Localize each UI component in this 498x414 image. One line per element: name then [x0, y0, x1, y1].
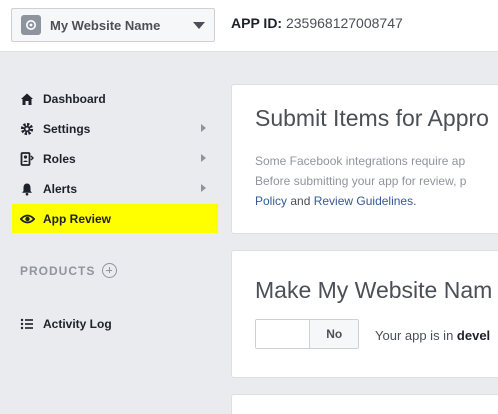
eye-icon	[19, 211, 35, 227]
sidebar: Dashboard Settings Roles Alerts App Revi…	[0, 52, 230, 414]
sidebar-item-label: Activity Log	[43, 316, 112, 331]
gear-icon	[19, 121, 35, 137]
sidebar-item-alerts[interactable]: Alerts	[12, 174, 218, 203]
roles-icon	[19, 151, 35, 167]
description-line: Before submitting your app for review, p	[255, 174, 467, 188]
chevron-right-icon	[201, 124, 206, 132]
submit-items-title: Submit Items for Appro	[255, 105, 489, 131]
sidebar-item-label: Alerts	[43, 181, 78, 196]
sidebar-item-label: App Review	[43, 211, 112, 226]
add-circle-icon[interactable]	[102, 263, 118, 278]
description-line: Some Facebook integrations require ap	[255, 154, 466, 168]
submit-items-card: Submit Items for Appro Some Facebook int…	[231, 84, 498, 234]
list-icon	[19, 316, 35, 332]
top-bar: My Website Name APP ID: 235968127008747	[0, 0, 498, 52]
description-links: Policy and Review Guidelines.	[255, 191, 466, 211]
sidebar-item-settings[interactable]: Settings	[12, 114, 218, 143]
products-label: PRODUCTS	[20, 263, 96, 278]
app-name: My Website Name	[50, 17, 161, 33]
app-id-label: APP ID:	[231, 15, 283, 31]
next-card	[231, 394, 498, 414]
sidebar-item-roles[interactable]: Roles	[12, 144, 218, 173]
chevron-right-icon	[201, 154, 206, 162]
bell-icon	[19, 181, 35, 197]
sidebar-item-dashboard[interactable]: Dashboard	[12, 84, 218, 113]
sidebar-item-label: Settings	[43, 121, 91, 136]
app-gear-icon	[21, 15, 41, 35]
products-section-header: PRODUCTS	[20, 263, 118, 278]
chevron-right-icon	[201, 184, 206, 192]
app-id-value: 235968127008747	[285, 15, 403, 31]
app-id: APP ID: 235968127008747	[231, 15, 403, 31]
make-public-toggle[interactable]: No	[255, 319, 359, 349]
make-public-card: Make My Website Nam No Your app is in de…	[231, 250, 498, 378]
status-prefix: Your app is in	[375, 328, 457, 343]
policy-link[interactable]: Policy	[255, 194, 287, 208]
period-text: .	[413, 194, 417, 208]
app-selector-dropdown[interactable]: My Website Name	[11, 8, 215, 42]
sidebar-item-app-review[interactable]: App Review	[12, 204, 218, 233]
sidebar-item-label: Roles	[43, 151, 76, 166]
submit-items-description: Some Facebook integrations require ap Be…	[255, 151, 466, 211]
toggle-state-label: No	[309, 320, 358, 348]
make-public-title: Make My Website Nam	[255, 277, 493, 303]
home-icon	[19, 91, 35, 107]
caret-down-icon	[193, 22, 205, 29]
review-guidelines-link[interactable]: Review Guidelines	[314, 194, 413, 208]
toggle-knob	[256, 320, 310, 348]
sidebar-item-label: Dashboard	[43, 91, 106, 106]
sidebar-item-activity-log[interactable]: Activity Log	[12, 309, 218, 338]
conjunction-text: and	[287, 194, 314, 208]
status-mode: devel	[456, 328, 491, 343]
app-status-text: Your app is in devel	[375, 328, 490, 343]
